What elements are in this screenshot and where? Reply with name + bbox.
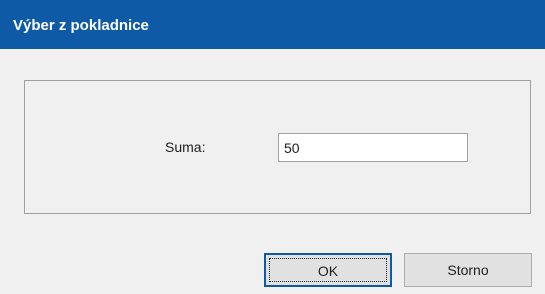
ok-button-label: OK xyxy=(317,263,339,279)
ok-button[interactable]: OK xyxy=(264,253,392,287)
cancel-button[interactable]: Storno xyxy=(404,253,532,287)
amount-input[interactable] xyxy=(278,133,468,162)
dialog-titlebar: Výber z pokladnice xyxy=(0,0,545,49)
dialog-title: Výber z pokladnice xyxy=(13,17,149,34)
amount-label: Suma: xyxy=(165,139,206,155)
